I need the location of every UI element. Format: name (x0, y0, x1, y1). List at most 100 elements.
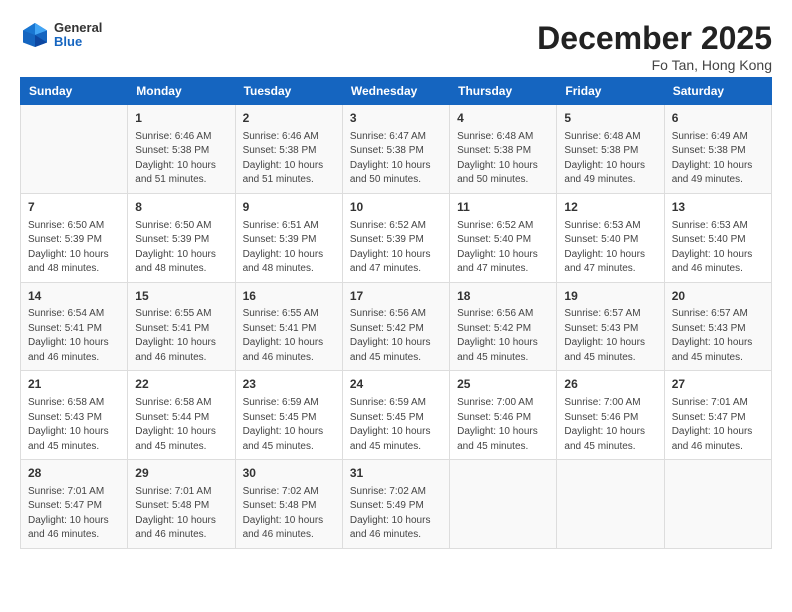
calendar-cell: 21 Sunrise: 6:58 AMSunset: 5:43 PMDayligh… (21, 371, 128, 460)
day-info: Sunrise: 7:02 AMSunset: 5:49 PMDaylight:… (350, 485, 442, 543)
location: Fo Tan, Hong Kong (537, 57, 772, 73)
day-info: Sunrise: 6:47 AMSunset: 5:38 PMDaylight:… (350, 130, 442, 188)
day-info: Sunrise: 6:50 AMSunset: 5:39 PMDaylight:… (135, 219, 227, 277)
day-info: Sunrise: 6:53 AMSunset: 5:40 PMDaylight:… (564, 219, 656, 277)
day-number: 4 (457, 110, 549, 127)
calendar-cell: 2Sunrise: 6:46 AMSunset: 5:38 PMDaylight… (235, 105, 342, 194)
day-info: Sunrise: 7:01 AMSunset: 5:47 PMDaylight:… (672, 396, 764, 454)
calendar-cell: 4 Sunrise: 6:48 AMSunset: 5:38 PMDaylight… (450, 105, 557, 194)
day-number: 19 (564, 288, 656, 305)
day-info: Sunrise: 6:57 AMSunset: 5:43 PMDaylight:… (564, 307, 656, 365)
calendar-cell: 30Sunrise: 7:02 AMSunset: 5:48 PMDayligh… (235, 460, 342, 549)
day-number: 18 (457, 288, 549, 305)
logo-blue: Blue (54, 35, 102, 49)
calendar-cell: 31Sunrise: 7:02 AMSunset: 5:49 PMDayligh… (342, 460, 449, 549)
calendar-cell: 13 Sunrise: 6:53 AMSunset: 5:40 PMDayligh… (664, 193, 771, 282)
calendar-cell: 14 Sunrise: 6:54 AMSunset: 5:41 PMDayligh… (21, 282, 128, 371)
calendar-cell: 29Sunrise: 7:01 AMSunset: 5:48 PMDayligh… (128, 460, 235, 549)
calendar-cell: 17 Sunrise: 6:56 AMSunset: 5:42 PMDayligh… (342, 282, 449, 371)
day-number: 15 (135, 288, 227, 305)
calendar-cell: 24Sunrise: 6:59 AMSunset: 5:45 PMDayligh… (342, 371, 449, 460)
calendar-cell: 6 Sunrise: 6:49 AMSunset: 5:38 PMDaylight… (664, 105, 771, 194)
calendar-cell: 7 Sunrise: 6:50 AMSunset: 5:39 PMDaylight… (21, 193, 128, 282)
calendar-cell: 1 Sunrise: 6:46 AMSunset: 5:38 PMDaylight… (128, 105, 235, 194)
calendar-cell (450, 460, 557, 549)
day-info: Sunrise: 6:48 AMSunset: 5:38 PMDaylight:… (564, 130, 656, 188)
day-info: Sunrise: 6:56 AMSunset: 5:42 PMDaylight:… (457, 307, 549, 365)
logo-text: General Blue (54, 21, 102, 50)
day-number: 6 (672, 110, 764, 127)
day-number: 14 (28, 288, 120, 305)
header-wednesday: Wednesday (342, 78, 449, 105)
day-number: 17 (350, 288, 442, 305)
day-number: 3 (350, 110, 442, 127)
day-number: 10 (350, 199, 442, 216)
day-number: 26 (564, 376, 656, 393)
calendar-cell: 12 Sunrise: 6:53 AMSunset: 5:40 PMDayligh… (557, 193, 664, 282)
day-number: 22 (135, 376, 227, 393)
week-row-4: 21 Sunrise: 6:58 AMSunset: 5:43 PMDayligh… (21, 371, 772, 460)
day-number: 8 (135, 199, 227, 216)
month-title: December 2025 (537, 20, 772, 57)
day-info: Sunrise: 6:55 AMSunset: 5:41 PMDaylight:… (135, 307, 227, 365)
calendar-cell: 22 Sunrise: 6:58 AMSunset: 5:44 PMDayligh… (128, 371, 235, 460)
day-number: 25 (457, 376, 549, 393)
day-number: 7 (28, 199, 120, 216)
day-info: Sunrise: 6:46 AMSunset: 5:38 PMDaylight:… (243, 130, 335, 188)
day-info: Sunrise: 6:54 AMSunset: 5:41 PMDaylight:… (28, 307, 120, 365)
day-info: Sunrise: 6:56 AMSunset: 5:42 PMDaylight:… (350, 307, 442, 365)
day-number: 1 (135, 110, 227, 127)
day-info: Sunrise: 6:49 AMSunset: 5:38 PMDaylight:… (672, 130, 764, 188)
calendar-cell: 8 Sunrise: 6:50 AMSunset: 5:39 PMDaylight… (128, 193, 235, 282)
logo-general: General (54, 21, 102, 35)
calendar-cell: 15 Sunrise: 6:55 AMSunset: 5:41 PMDayligh… (128, 282, 235, 371)
calendar-cell (557, 460, 664, 549)
day-number: 13 (672, 199, 764, 216)
day-info: Sunrise: 6:52 AMSunset: 5:40 PMDaylight:… (457, 219, 549, 277)
day-number: 28 (28, 465, 120, 482)
day-info: Sunrise: 6:48 AMSunset: 5:38 PMDaylight:… (457, 130, 549, 188)
day-number: 9 (243, 199, 335, 216)
calendar-cell: 16Sunrise: 6:55 AMSunset: 5:41 PMDayligh… (235, 282, 342, 371)
day-number: 5 (564, 110, 656, 127)
day-number: 12 (564, 199, 656, 216)
header-saturday: Saturday (664, 78, 771, 105)
day-info: Sunrise: 7:01 AMSunset: 5:48 PMDaylight:… (135, 485, 227, 543)
day-number: 16 (243, 288, 335, 305)
page-header: General Blue December 2025 Fo Tan, Hong … (20, 20, 772, 73)
day-info: Sunrise: 6:46 AMSunset: 5:38 PMDaylight:… (135, 130, 227, 188)
day-number: 21 (28, 376, 120, 393)
logo-icon (20, 20, 50, 50)
day-info: Sunrise: 6:57 AMSunset: 5:43 PMDaylight:… (672, 307, 764, 365)
day-number: 24 (350, 376, 442, 393)
day-number: 20 (672, 288, 764, 305)
header-thursday: Thursday (450, 78, 557, 105)
calendar-cell: 27 Sunrise: 7:01 AMSunset: 5:47 PMDayligh… (664, 371, 771, 460)
day-info: Sunrise: 6:58 AMSunset: 5:44 PMDaylight:… (135, 396, 227, 454)
day-info: Sunrise: 7:00 AMSunset: 5:46 PMDaylight:… (457, 396, 549, 454)
header-friday: Friday (557, 78, 664, 105)
calendar-cell: 9 Sunrise: 6:51 AMSunset: 5:39 PMDaylight… (235, 193, 342, 282)
week-row-1: 1 Sunrise: 6:46 AMSunset: 5:38 PMDaylight… (21, 105, 772, 194)
week-row-2: 7 Sunrise: 6:50 AMSunset: 5:39 PMDaylight… (21, 193, 772, 282)
day-info: Sunrise: 6:58 AMSunset: 5:43 PMDaylight:… (28, 396, 120, 454)
calendar-cell: 25 Sunrise: 7:00 AMSunset: 5:46 PMDayligh… (450, 371, 557, 460)
day-info: Sunrise: 6:53 AMSunset: 5:40 PMDaylight:… (672, 219, 764, 277)
calendar-cell: 18 Sunrise: 6:56 AMSunset: 5:42 PMDayligh… (450, 282, 557, 371)
calendar-cell: 10Sunrise: 6:52 AMSunset: 5:39 PMDayligh… (342, 193, 449, 282)
calendar-cell: 19 Sunrise: 6:57 AMSunset: 5:43 PMDayligh… (557, 282, 664, 371)
week-row-3: 14 Sunrise: 6:54 AMSunset: 5:41 PMDayligh… (21, 282, 772, 371)
day-info: Sunrise: 6:51 AMSunset: 5:39 PMDaylight:… (243, 219, 335, 277)
header-sunday: Sunday (21, 78, 128, 105)
header-row: SundayMondayTuesdayWednesdayThursdayFrid… (21, 78, 772, 105)
day-info: Sunrise: 6:50 AMSunset: 5:39 PMDaylight:… (28, 219, 120, 277)
calendar-cell: 26Sunrise: 7:00 AMSunset: 5:46 PMDayligh… (557, 371, 664, 460)
calendar-cell (21, 105, 128, 194)
calendar-cell: 5 Sunrise: 6:48 AMSunset: 5:38 PMDaylight… (557, 105, 664, 194)
calendar-cell: 3 Sunrise: 6:47 AMSunset: 5:38 PMDaylight… (342, 105, 449, 194)
calendar-cell: 23Sunrise: 6:59 AMSunset: 5:45 PMDayligh… (235, 371, 342, 460)
day-number: 27 (672, 376, 764, 393)
day-number: 11 (457, 199, 549, 216)
day-info: Sunrise: 6:59 AMSunset: 5:45 PMDaylight:… (243, 396, 335, 454)
title-block: December 2025 Fo Tan, Hong Kong (537, 20, 772, 73)
